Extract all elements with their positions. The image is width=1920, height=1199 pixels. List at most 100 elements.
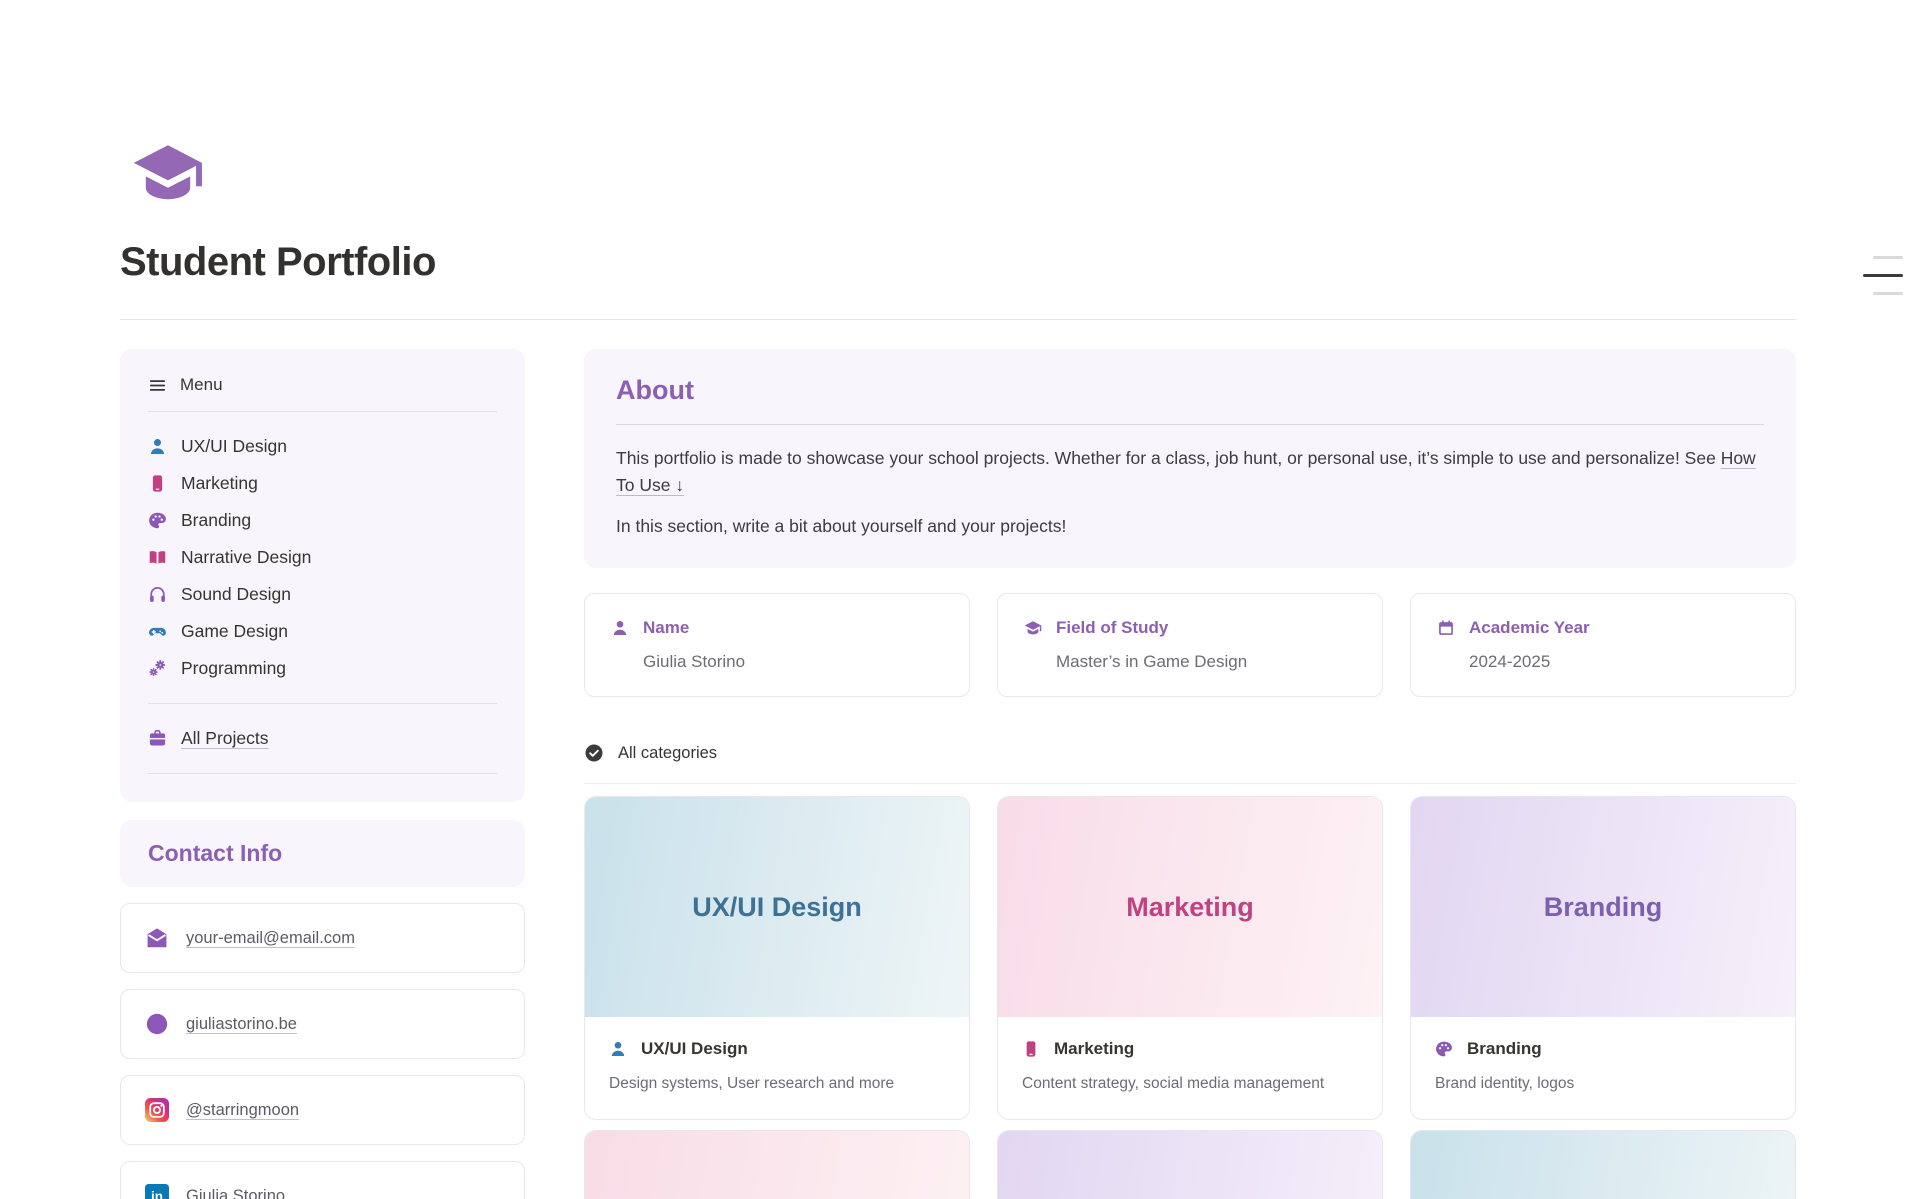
category-card-branding[interactable]: Branding Branding Brand identity, logos	[1410, 796, 1796, 1120]
category-card-game-design[interactable]	[1410, 1130, 1796, 1199]
table-of-contents-indicator[interactable]	[1863, 256, 1903, 295]
contact-info-panel: Contact Info	[120, 820, 525, 887]
person-icon	[148, 437, 167, 456]
gamepad-icon	[148, 622, 167, 641]
contact-card-giuliastorino-be[interactable]: giuliastorino.be	[120, 989, 525, 1059]
menu-footer: All Projects	[148, 720, 497, 757]
category-card-name-row: UX/UI Design	[609, 1039, 945, 1059]
category-card-name: UX/UI Design	[641, 1039, 748, 1059]
about-paragraph-1-text: This portfolio is made to showcase your …	[616, 448, 1721, 468]
sidebar-item-label: Programming	[181, 658, 286, 679]
category-card-cover: Marketing	[998, 797, 1382, 1017]
toc-line	[1873, 256, 1903, 259]
gears-icon	[148, 659, 167, 678]
sidebar-item-narrative-design[interactable]: Narrative Design	[148, 539, 497, 576]
category-card-description: Content strategy, social media managemen…	[1022, 1075, 1358, 1093]
globe-icon	[145, 1012, 169, 1036]
contact-card-your-email-email-com[interactable]: your-email@email.com	[120, 903, 525, 973]
sidebar-item-marketing[interactable]: Marketing	[148, 465, 497, 502]
menu-divider	[148, 703, 497, 704]
calendar-icon	[1437, 619, 1455, 637]
page-title: Student Portfolio	[120, 240, 1796, 285]
category-gallery: UX/UI DesignUX/UI DesignDesign systems, …	[584, 796, 1796, 1199]
contact-list: your-email@email.com giuliastorino.be @sta…	[120, 903, 525, 1199]
menu-divider	[148, 411, 497, 412]
category-card-name-row: Marketing	[1022, 1039, 1358, 1059]
sidebar-item-label: Branding	[181, 510, 251, 531]
all-categories-label: All categories	[618, 744, 717, 763]
category-card-body: Marketing Content strategy, social media …	[998, 1017, 1382, 1119]
category-card-cover	[585, 1131, 969, 1199]
graduation-cap-icon	[1024, 619, 1042, 637]
sidebar-item-ux-ui-design[interactable]: UX/UI Design	[148, 428, 497, 465]
all-categories-filter[interactable]: All categories	[584, 743, 1796, 784]
info-card-academic-year[interactable]: Academic Year 2024-2025	[1410, 593, 1796, 697]
sidebar-item-programming[interactable]: Programming	[148, 650, 497, 687]
book-open-icon	[148, 548, 167, 567]
category-card-cover	[998, 1131, 1382, 1199]
category-card-cover-title: UX/UI Design	[692, 892, 862, 923]
about-heading: About	[616, 375, 1764, 406]
menu-header-label: Menu	[180, 375, 223, 395]
category-card-ux-ui-design[interactable]: UX/UI DesignUX/UI DesignDesign systems, …	[584, 796, 970, 1120]
sidebar-item-label: All Projects	[181, 728, 269, 749]
briefcase-icon	[148, 729, 167, 748]
category-card-marketing[interactable]: Marketing Marketing Content strategy, soci…	[997, 796, 1383, 1120]
category-card-cover: UX/UI Design	[585, 797, 969, 1017]
sidebar-item-sound-design[interactable]: Sound Design	[148, 576, 497, 613]
page-header: Student Portfolio	[120, 136, 1796, 285]
info-card-label: Name	[643, 618, 689, 638]
person-icon	[611, 619, 629, 637]
contact-link[interactable]: Giulia Storino	[186, 1187, 285, 1199]
info-card-value: Master’s in Game Design	[1056, 652, 1356, 672]
info-card-label-row: Name	[611, 618, 943, 638]
sidebar-item-game-design[interactable]: Game Design	[148, 613, 497, 650]
menu-panel: Menu UX/UI Design Marketing Branding Narrat…	[120, 349, 525, 802]
info-card-name[interactable]: Name Giulia Storino	[584, 593, 970, 697]
about-panel: About This portfolio is made to showcase…	[584, 349, 1796, 568]
category-card-sound-design[interactable]	[997, 1130, 1383, 1199]
contact-card-starringmoon[interactable]: @starringmoon	[120, 1075, 525, 1145]
category-card-cover: Branding	[1411, 797, 1795, 1017]
category-card-cover	[1411, 1131, 1795, 1199]
palette-icon	[1435, 1040, 1453, 1058]
person-icon	[609, 1040, 627, 1058]
info-cards-row: Name Giulia Storino Field of Study Master’s…	[584, 593, 1796, 697]
contact-link[interactable]: your-email@email.com	[186, 929, 355, 948]
contact-link[interactable]: @starringmoon	[186, 1101, 299, 1120]
about-divider	[616, 424, 1764, 425]
sidebar-item-label: UX/UI Design	[181, 436, 287, 457]
instagram-icon	[145, 1098, 169, 1122]
menu-header: Menu	[148, 375, 497, 395]
sidebar: Menu UX/UI Design Marketing Branding Narrat…	[120, 349, 525, 1199]
sidebar-item-branding[interactable]: Branding	[148, 502, 497, 539]
about-paragraph-2: In this section, write a bit about yours…	[616, 513, 1764, 540]
smartphone-icon	[148, 474, 167, 493]
main-content: About This portfolio is made to showcase…	[584, 349, 1796, 1199]
header-divider	[120, 319, 1796, 320]
category-card-name: Marketing	[1054, 1039, 1134, 1059]
category-card-body: UX/UI DesignDesign systems, User researc…	[585, 1017, 969, 1119]
contact-info-heading: Contact Info	[148, 840, 497, 867]
info-card-value: Giulia Storino	[643, 652, 943, 672]
sidebar-item-label: Narrative Design	[181, 547, 311, 568]
info-card-value: 2024-2025	[1469, 652, 1769, 672]
sidebar-item-label: Game Design	[181, 621, 288, 642]
menu-divider	[148, 773, 497, 774]
graduation-cap-icon	[120, 136, 216, 210]
category-card-name: Branding	[1467, 1039, 1542, 1059]
notion-page: Student Portfolio Menu UX/UI Design Marke…	[0, 0, 1920, 1199]
check-circle-icon	[584, 743, 604, 763]
category-card-description: Brand identity, logos	[1435, 1075, 1771, 1093]
contact-link[interactable]: giuliastorino.be	[186, 1015, 297, 1034]
palette-icon	[148, 511, 167, 530]
hamburger-menu-icon	[148, 376, 167, 395]
contact-card-giulia-storino[interactable]: inGiulia Storino	[120, 1161, 525, 1199]
info-card-label: Academic Year	[1469, 618, 1590, 638]
category-card-narrative-design[interactable]	[584, 1130, 970, 1199]
info-card-field-of-study[interactable]: Field of Study Master’s in Game Design	[997, 593, 1383, 697]
menu-list: UX/UI Design Marketing Branding Narrative D…	[148, 428, 497, 687]
sidebar-item-all-projects[interactable]: All Projects	[148, 720, 497, 757]
category-card-name-row: Branding	[1435, 1039, 1771, 1059]
info-card-label: Field of Study	[1056, 618, 1168, 638]
